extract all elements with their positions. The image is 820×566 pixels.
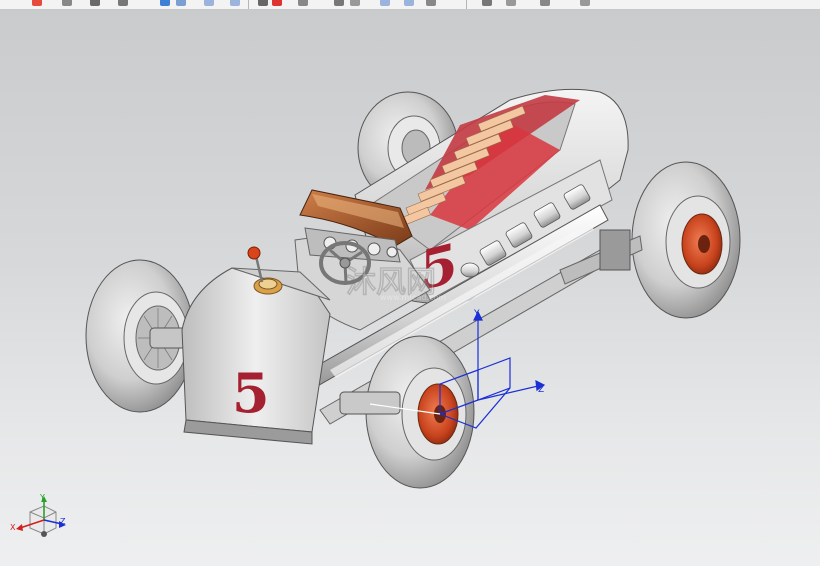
- save-icon[interactable]: [90, 0, 100, 6]
- csys-z-label: Z: [538, 385, 544, 395]
- open-icon[interactable]: [62, 0, 72, 6]
- toolbar-separator: [248, 0, 249, 9]
- top-toolbar: [0, 0, 820, 10]
- triad-y-label: Y: [39, 493, 45, 502]
- layer-icon[interactable]: [404, 0, 414, 6]
- pan-icon[interactable]: [204, 0, 214, 6]
- wireframe-icon[interactable]: [298, 0, 308, 6]
- rotate-icon[interactable]: [176, 0, 186, 6]
- fit-icon[interactable]: [258, 0, 268, 6]
- section-icon[interactable]: [334, 0, 344, 6]
- settings-icon[interactable]: [482, 0, 492, 6]
- undo-icon[interactable]: [118, 0, 128, 6]
- new-icon[interactable]: [32, 0, 42, 6]
- fuel-cap[interactable]: [253, 277, 283, 295]
- render-icon[interactable]: [426, 0, 436, 6]
- shade-icon[interactable]: [272, 0, 282, 6]
- settings-icon[interactable]: [540, 0, 550, 6]
- zoom-icon[interactable]: [230, 0, 240, 6]
- triad-x-label: X: [10, 523, 16, 532]
- settings-icon[interactable]: [580, 0, 590, 6]
- measure-icon[interactable]: [380, 0, 390, 6]
- rear-right-wheel[interactable]: [631, 161, 741, 319]
- snap-icon[interactable]: [350, 0, 360, 6]
- watermark: 沐风网 www.mfcad.com: [346, 265, 447, 302]
- nose-race-number: 5: [232, 361, 270, 425]
- model-canvas[interactable]: 5 5 Y Z 沐风网 www.mfcad.com Y Z X: [0, 10, 820, 566]
- view-triad[interactable]: [16, 496, 66, 537]
- toolbar-separator: [466, 0, 467, 9]
- settings-icon[interactable]: [506, 0, 516, 6]
- watermark-url: www.mfcad.com: [380, 293, 446, 302]
- view-cube-icon[interactable]: [160, 0, 170, 6]
- csys-y-label: Y: [473, 309, 480, 319]
- graphics-viewport[interactable]: 5 5 Y Z 沐风网 www.mfcad.com Y Z X: [0, 10, 820, 566]
- front-left-wheel[interactable]: [85, 259, 195, 413]
- triad-z-label: Z: [60, 517, 66, 526]
- nose-body[interactable]: 5: [181, 267, 331, 445]
